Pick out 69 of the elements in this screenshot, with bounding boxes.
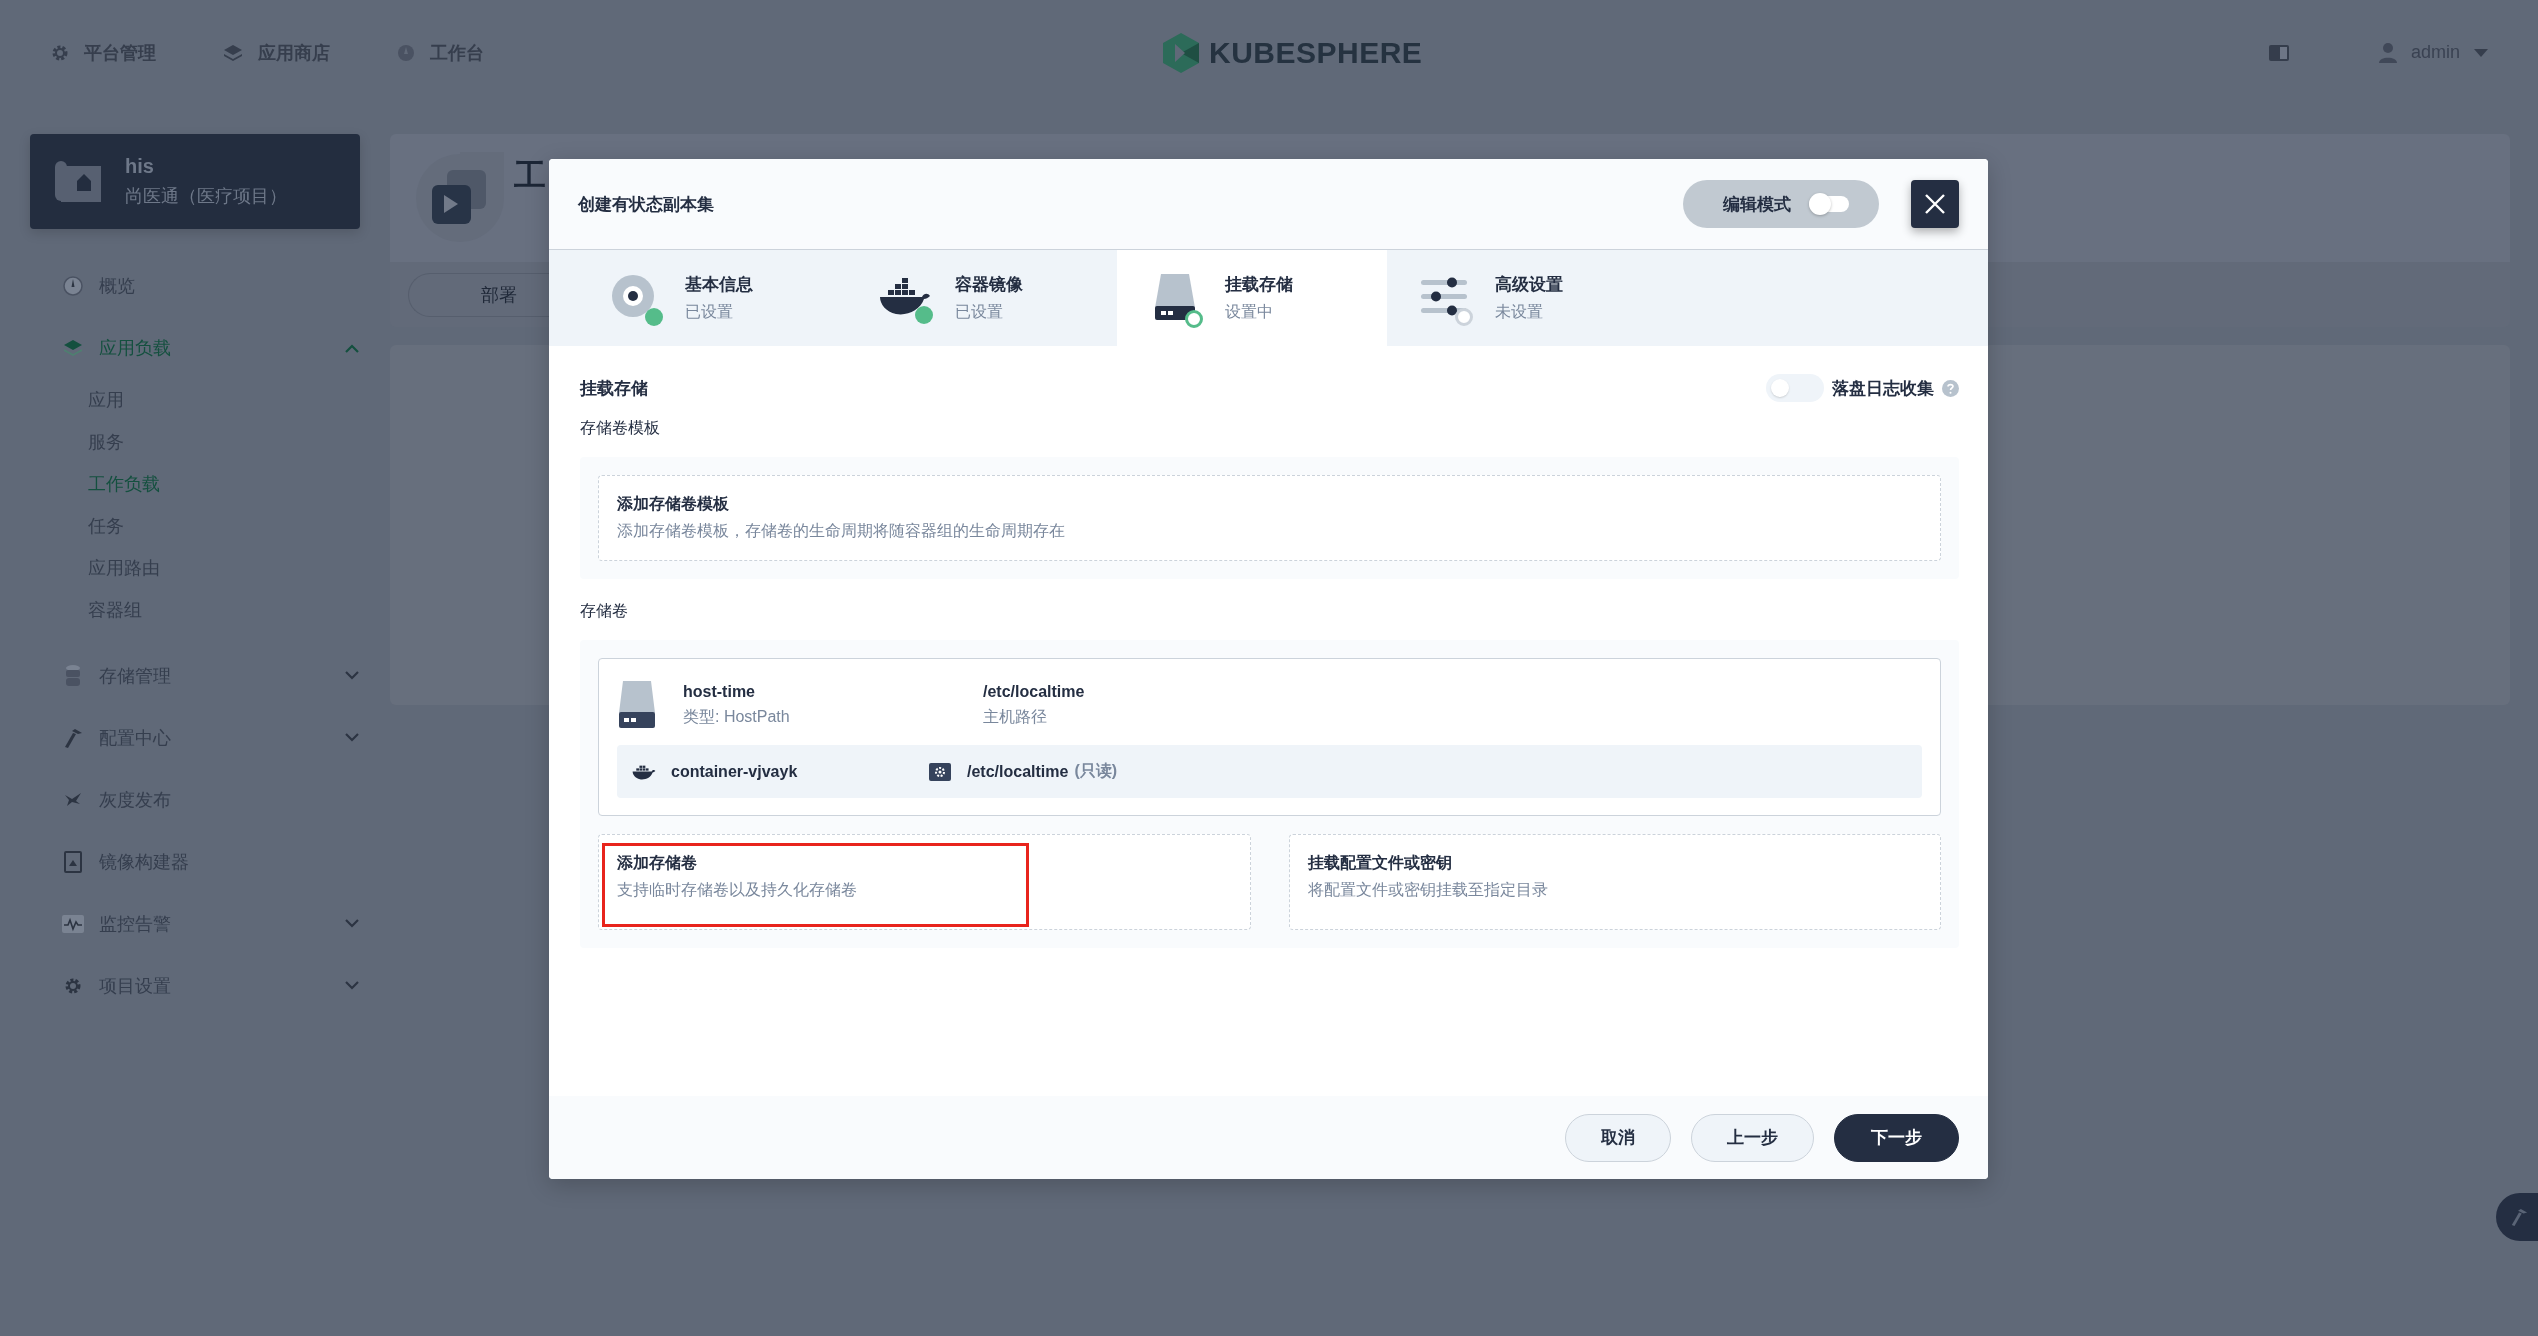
status-dot [915,306,933,324]
volume-path-label: 主机路径 [983,706,1048,727]
hard-drive-icon [617,679,657,731]
project-icon [55,158,103,205]
step-status: 已设置 [685,302,734,322]
step-status: 已设置 [955,302,1004,322]
project-description: 尚医通（医疗项目） [125,185,287,208]
monitor-icon [62,915,84,933]
step-tab[interactable]: 容器镜像 已设置 [847,250,1117,346]
project-card[interactable]: his 尚医通（医疗项目） [30,134,360,229]
step-status: 未设置 [1495,302,1544,322]
caret-icon[interactable] [2474,48,2488,57]
close-icon [1924,193,1946,215]
step-tab[interactable]: 高级设置 未设置 [1387,250,1657,346]
project-name: his [125,155,155,178]
volume-name: host-time [683,682,756,701]
mount-mode: (只读) [1074,761,1118,781]
footer-button[interactable]: 下一步 [1834,1113,1959,1162]
mount-path: /etc/localtime [967,762,1069,781]
section-title: 挂载存储 [580,377,648,400]
toggle-label: 落盘日志收集 [1832,377,1934,400]
logo-icon [1161,32,1201,74]
chevron-icon[interactable] [344,343,360,353]
status-dot [1185,310,1203,328]
sidebar-subitem[interactable]: 工作负载 [30,463,390,505]
volume-path: /etc/localtime [983,682,1085,701]
database-icon [65,665,81,687]
layers-icon [222,42,244,63]
hammer-icon [2510,1207,2528,1227]
step-title: 容器镜像 [955,274,1023,296]
chevron-icon[interactable] [344,981,360,991]
logo-text: KUBESPHERE [1209,36,1423,70]
dialog-title: 创建有状态副本集 [578,193,714,216]
image-icon [64,851,82,873]
help-icon[interactable] [1942,379,1959,397]
edit-mode-toggle[interactable]: 编辑模式 [1683,180,1879,228]
toggle-switch[interactable] [1766,374,1824,402]
add-template-card[interactable]: 添加存储卷模板 添加存储卷模板，存储卷的生命周期将随容器组的生命周期存在 [598,475,1941,561]
step-tab[interactable]: 挂载存储 设置中 [1117,250,1387,346]
step-title: 高级设置 [1495,274,1563,296]
status-dot [1455,308,1473,326]
field-label: 存储卷 [580,601,629,621]
document-icon[interactable] [2268,44,2289,61]
chevron-icon[interactable] [344,671,360,681]
close-button[interactable] [1911,180,1959,228]
add-card[interactable]: 添加存储卷 支持临时存储卷以及持久化存储卷 [598,834,1251,930]
add-card[interactable]: 挂载配置文件或密钥 将配置文件或密钥挂载至指定目录 [1288,834,1941,930]
hammer-icon [63,727,83,749]
container-name: container-vjvayk [671,762,799,781]
sidebar-item[interactable]: 应用负载 [30,317,390,379]
step-title: 挂载存储 [1225,274,1293,296]
gear-icon [929,762,951,781]
tools-button[interactable] [2496,1193,2538,1241]
field-label: 存储卷模板 [580,418,661,438]
footer-button[interactable]: 上一步 [1691,1113,1814,1162]
page-title: 工 [514,156,546,195]
dashboard-icon [63,276,83,296]
settings-icon [63,976,83,996]
volume-type: 类型: HostPath [683,706,791,727]
footer-button[interactable]: 取消 [1565,1113,1671,1162]
chevron-icon[interactable] [344,919,360,929]
step-title: 基本信息 [685,274,753,296]
user-icon [2378,42,2397,63]
chevron-icon[interactable] [344,733,360,743]
layers-icon [62,338,84,358]
status-dot [645,308,663,326]
step-status: 设置中 [1225,302,1274,322]
bird-icon [63,791,83,809]
step-tab[interactable]: 基本信息 已设置 [577,250,847,346]
